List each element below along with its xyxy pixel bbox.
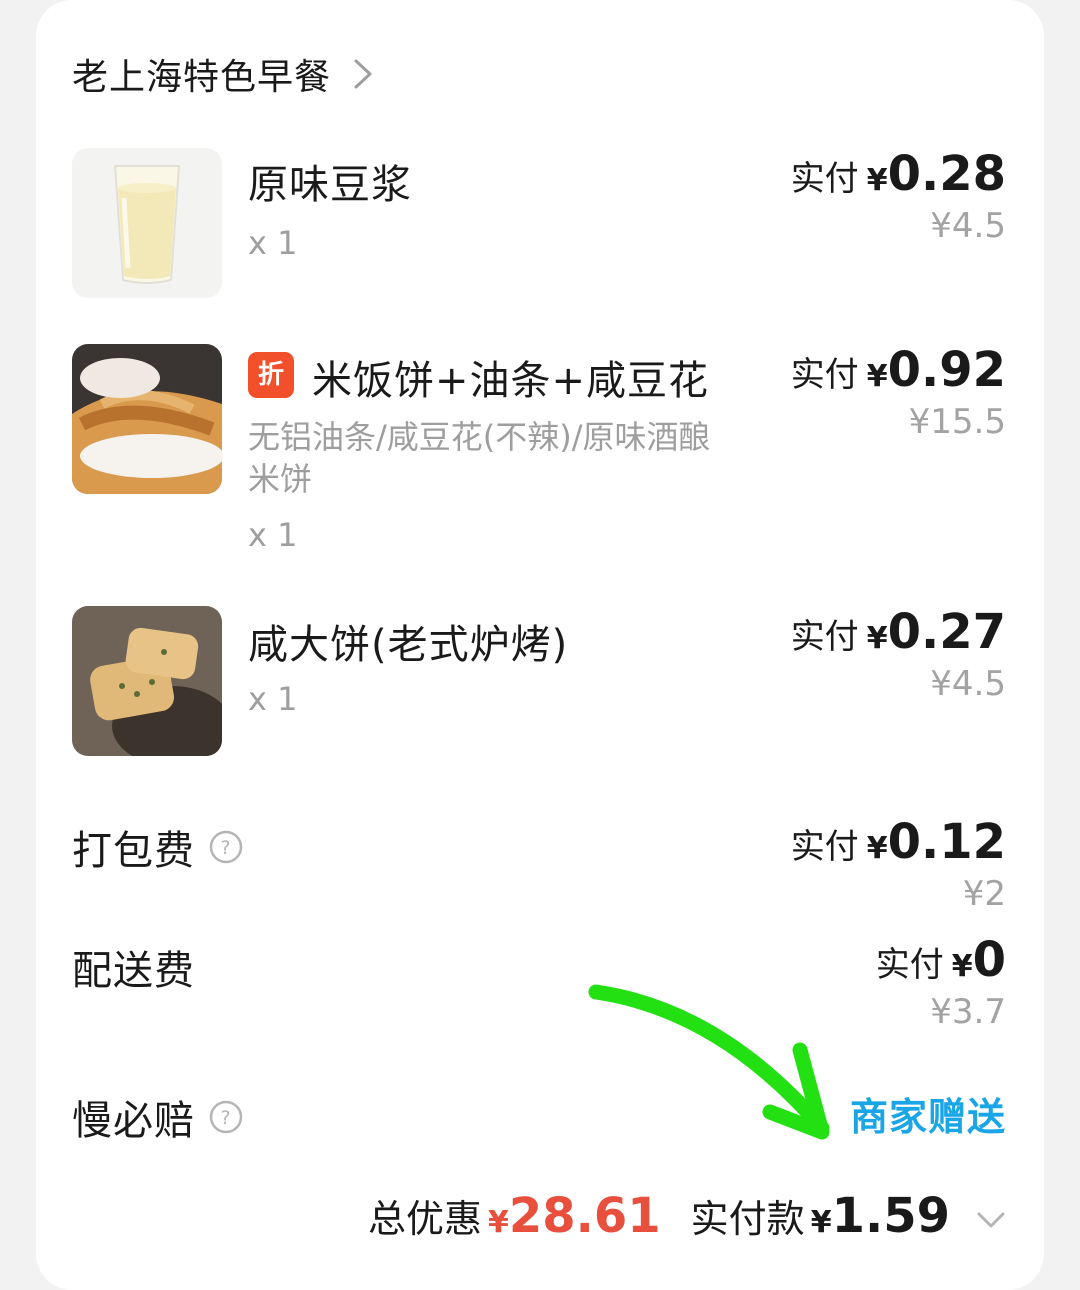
store-link[interactable]: 老上海特色早餐 xyxy=(72,46,373,102)
item-quantity: x 1 xyxy=(248,224,298,262)
paid-total-label: 实付款 xyxy=(690,1197,805,1241)
svg-text:?: ? xyxy=(220,837,231,859)
chevron-down-icon[interactable] xyxy=(976,1210,1006,1230)
item-name: 米饭饼+油条+咸豆花 xyxy=(312,358,710,404)
item-price: 实付 ¥ 0.28 ¥4.5 xyxy=(791,146,1006,248)
currency-symbol: ¥ xyxy=(487,1205,509,1240)
delivery-fee-row: 配送费 xyxy=(72,938,195,996)
question-circle-icon[interactable]: ? xyxy=(209,830,243,864)
currency-symbol: ¥ xyxy=(951,949,973,984)
packing-fee-row: 打包费 ? xyxy=(72,818,243,876)
packing-fee-price: 实付 ¥ 0.12 ¥2 xyxy=(791,814,1006,916)
paid-label: 实付 xyxy=(790,355,859,395)
paid-amount: 0.28 xyxy=(887,146,1006,202)
currency-symbol: ¥ xyxy=(866,831,888,866)
total-discount-label: 总优惠 xyxy=(367,1197,482,1241)
paid-label: 实付 xyxy=(875,945,944,985)
packing-fee-label: 打包费 xyxy=(72,828,195,874)
currency-symbol: ¥ xyxy=(866,621,888,656)
currency-symbol: ¥ xyxy=(866,359,888,394)
store-name: 老上海特色早餐 xyxy=(72,57,332,98)
chevron-right-icon xyxy=(354,59,372,89)
currency-symbol: ¥ xyxy=(810,1205,832,1240)
delivery-fee-price: 实付 ¥ 0 ¥3.7 xyxy=(876,932,1006,1034)
original-price: ¥4.5 xyxy=(930,664,1006,704)
item-name: 原味豆浆 xyxy=(248,162,412,208)
delivery-fee-label: 配送费 xyxy=(72,948,195,994)
item-spec: 无铝油条/咸豆花(不辣)/原味酒酿米饼 xyxy=(248,418,711,498)
paid-amount: 0.27 xyxy=(887,604,1006,660)
original-price: ¥2 xyxy=(962,874,1006,914)
original-price: ¥3.7 xyxy=(930,992,1006,1032)
order-summary: 总优惠 ¥ 28.61 实付款 ¥ 1.59 xyxy=(368,1188,1006,1252)
paid-label: 实付 xyxy=(790,827,859,867)
item-quantity: x 1 xyxy=(248,680,298,718)
late-compensation-label: 慢必赔 xyxy=(72,1098,195,1144)
item-quantity: x 1 xyxy=(248,516,298,554)
paid-amount: 0.92 xyxy=(887,342,1006,398)
question-circle-icon[interactable]: ? xyxy=(209,1100,243,1134)
item-name: 咸大饼(老式炉烤) xyxy=(248,622,569,668)
merchant-gift-label: 商家赠送 xyxy=(849,1095,1006,1139)
original-price: ¥4.5 xyxy=(930,206,1006,246)
paid-amount: 0 xyxy=(972,932,1006,988)
total-discount-amount: 28.61 xyxy=(508,1188,661,1244)
late-compensation-row: 慢必赔 ? xyxy=(72,1088,243,1146)
discount-badge: 折 xyxy=(248,352,294,398)
svg-text:?: ? xyxy=(220,1107,231,1129)
paid-label: 实付 xyxy=(790,617,859,657)
product-image-rice-cake-combo xyxy=(72,344,222,494)
currency-symbol: ¥ xyxy=(866,163,888,198)
paid-amount: 0.12 xyxy=(887,814,1006,870)
product-image-flatbread xyxy=(72,606,222,756)
paid-label: 实付 xyxy=(790,159,859,199)
product-image-soy-milk xyxy=(72,148,222,298)
item-price: 实付 ¥ 0.92 ¥15.5 xyxy=(791,342,1006,444)
paid-total-amount: 1.59 xyxy=(831,1188,950,1244)
original-price: ¥15.5 xyxy=(908,402,1006,442)
item-price: 实付 ¥ 0.27 ¥4.5 xyxy=(791,604,1006,706)
